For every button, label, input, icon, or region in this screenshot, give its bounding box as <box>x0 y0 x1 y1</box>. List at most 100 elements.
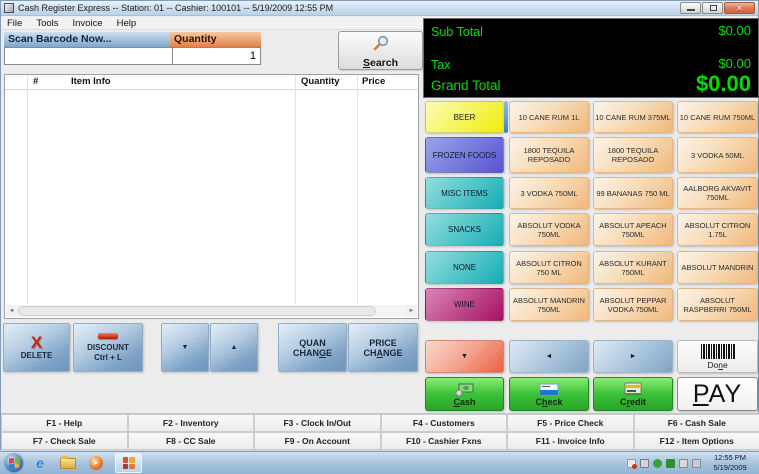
delete-button[interactable]: X DELETE <box>3 323 70 372</box>
category-button-none[interactable]: NONE <box>425 251 504 284</box>
pay-button[interactable]: PAY <box>677 377 758 411</box>
done-button[interactable]: Done <box>677 340 758 373</box>
menu-invoice[interactable]: Invoice <box>73 18 103 29</box>
network-status-icon[interactable] <box>666 459 675 468</box>
media-player-icon[interactable]: ▸ <box>85 454 107 472</box>
menu-file[interactable]: File <box>7 18 22 29</box>
column-divider <box>357 75 358 304</box>
start-button[interactable] <box>5 454 23 472</box>
product-button[interactable]: ABSOLUT MANDRIN <box>677 251 758 284</box>
product-button[interactable]: ABSOLUT APEACH 750ML <box>593 213 673 246</box>
credit-button[interactable]: Credit <box>593 377 673 411</box>
product-button[interactable]: ABSOLUT CITRON 1.75L <box>677 213 758 246</box>
scroll-left-icon[interactable]: ◄ <box>6 305 17 317</box>
product-button[interactable]: ABSOLUT RASPBERRI 750ML <box>677 288 758 321</box>
taskbar-clock[interactable]: 12:55 PM 5/19/2009 <box>705 453 755 473</box>
fkey-f7-check-sale[interactable]: F7 - Check Sale <box>1 432 128 450</box>
category-button-snacks[interactable]: SNACKS <box>425 213 504 246</box>
product-button[interactable]: 1800 TEQUILA REPOSADO <box>509 137 589 173</box>
product-button[interactable]: ABSOLUT PEPPAR VODKA 750ML <box>593 288 673 321</box>
fkey-f9-on-account[interactable]: F9 - On Account <box>254 432 381 450</box>
product-button[interactable]: 10 CANE RUM 1L <box>509 101 589 133</box>
menu-tools[interactable]: Tools <box>36 18 58 29</box>
move-up-button[interactable]: ▲ <box>210 323 258 372</box>
category-button-wine[interactable]: WINE <box>425 288 504 321</box>
product-button[interactable]: ABSOLUT KURANT 750ML <box>593 251 673 284</box>
fkey-f11-invoice-info[interactable]: F11 - Invoice Info <box>507 432 634 450</box>
category-button-beer[interactable]: BEER <box>425 101 504 133</box>
invoice-item-list[interactable]: # Item Info Quantity Price ◄ ► <box>4 74 419 319</box>
pay-label: PAY <box>693 380 742 409</box>
windows-logo-icon <box>9 457 19 468</box>
product-button[interactable]: 10 CANE RUM 750ML <box>677 101 758 133</box>
product-button[interactable]: 3 VODKA 50ML <box>677 137 758 173</box>
tax-value: $0.00 <box>718 56 751 71</box>
minimize-button[interactable] <box>680 2 701 14</box>
maximize-button[interactable] <box>702 2 723 14</box>
fkey-f10-cashier-fxns[interactable]: F10 - Cashier Fxns <box>381 432 508 450</box>
grid-page-left-button[interactable]: ◄ <box>509 340 589 373</box>
subtotal-label: Sub Total <box>431 25 483 39</box>
quan-change-label-line2: CHANGE <box>293 348 332 358</box>
taskbar-active-app[interactable] <box>115 453 142 473</box>
internet-explorer-icon[interactable]: e <box>29 454 51 472</box>
close-button[interactable]: ✕ <box>724 2 755 14</box>
function-key-bar: F1 - Help F2 - Inventory F3 - Clock In/O… <box>1 413 759 450</box>
product-button[interactable]: ABSOLUT CITRON 750 ML <box>509 251 589 284</box>
maximize-icon <box>710 5 717 11</box>
fkey-f4-customers[interactable]: F4 - Customers <box>381 414 508 432</box>
product-button[interactable]: 99 BANANAS 750 ML <box>593 177 673 209</box>
fkey-f6-cash-sale[interactable]: F6 - Cash Sale <box>634 414 759 432</box>
delete-label: DELETE <box>21 351 53 361</box>
tax-label: Tax <box>431 58 450 72</box>
grid-page-down-button[interactable]: ▼ <box>425 340 504 373</box>
scroll-right-icon[interactable]: ► <box>406 305 417 317</box>
horizontal-scrollbar[interactable]: ◄ ► <box>6 305 417 317</box>
product-button[interactable]: ABSOLUT VODKA 750ML <box>509 213 589 246</box>
price-change-button[interactable]: PRICE CHANGE <box>348 323 418 372</box>
credit-card-icon <box>622 382 644 397</box>
fkey-f1-help[interactable]: F1 - Help <box>1 414 128 432</box>
fkey-f5-price-check[interactable]: F5 - Price Check <box>507 414 634 432</box>
search-button[interactable]: Search <box>338 31 423 70</box>
price-change-label-line2: CHANGE <box>363 348 402 358</box>
subtotal-value: $0.00 <box>718 23 751 38</box>
product-button[interactable]: 10 CANE RUM 375ML <box>593 101 673 133</box>
product-button[interactable]: 1800 TEQUILA REPOSADO <box>593 137 673 173</box>
grandtotal-value: $0.00 <box>696 71 751 97</box>
up-arrow-icon: ▲ <box>231 343 238 353</box>
scrollbar-track[interactable] <box>17 305 406 317</box>
move-down-button[interactable]: ▼ <box>161 323 209 372</box>
fkey-f12-item-options[interactable]: F12 - Item Options <box>634 432 759 450</box>
clock-date: 5/19/2009 <box>713 463 746 472</box>
file-explorer-icon[interactable] <box>57 454 79 472</box>
titlebar[interactable]: Cash Register Express -- Station: 01 -- … <box>1 1 758 16</box>
category-button-misc-items[interactable]: MISC ITEMS <box>425 177 504 209</box>
category-scrollbar[interactable] <box>504 101 508 133</box>
display-icon[interactable] <box>640 459 649 468</box>
taskbar: e ▸ 12:55 PM 5/19/2009 <box>0 451 759 474</box>
scrollbar-thumb[interactable] <box>18 306 376 316</box>
volume-icon[interactable] <box>692 459 701 468</box>
product-button[interactable]: 3 VODKA 750ML <box>509 177 589 209</box>
action-center-icon[interactable] <box>627 459 636 468</box>
cash-register-express-icon <box>123 457 135 469</box>
product-button[interactable]: ABSOLUT MANDRIN 750ML <box>509 288 589 321</box>
grid-page-right-button[interactable]: ► <box>593 340 673 373</box>
col-header-number: # <box>33 76 38 87</box>
safely-remove-icon[interactable] <box>653 459 662 468</box>
product-button[interactable]: AALBORG AKVAVIT 750ML <box>677 177 758 209</box>
power-icon[interactable] <box>679 459 688 468</box>
quantity-input[interactable] <box>172 47 261 65</box>
delete-x-icon: X <box>31 335 42 351</box>
fkey-f3-clock[interactable]: F3 - Clock In/Out <box>254 414 381 432</box>
fkey-f2-inventory[interactable]: F2 - Inventory <box>128 414 255 432</box>
menu-help[interactable]: Help <box>117 18 137 29</box>
discount-button[interactable]: DISCOUNT Ctrl + L <box>73 323 143 372</box>
quantity-change-button[interactable]: QUAN CHANGE <box>278 323 347 372</box>
check-button[interactable]: Check <box>509 377 589 411</box>
discount-label: DISCOUNT <box>87 343 129 353</box>
fkey-f8-cc-sale[interactable]: F8 - CC Sale <box>128 432 255 450</box>
category-button-frozen-foods[interactable]: FROZEN FOODS <box>425 137 504 173</box>
cash-button[interactable]: Cash <box>425 377 504 411</box>
